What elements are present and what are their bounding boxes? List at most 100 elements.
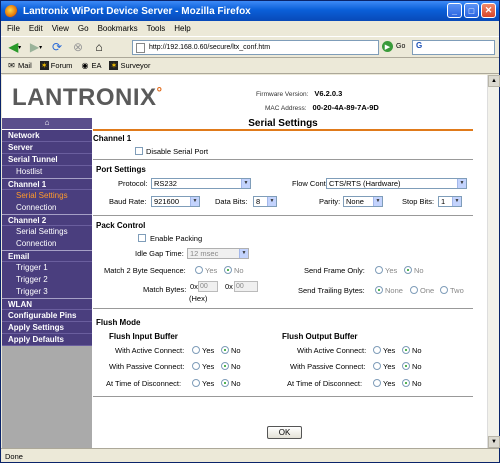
sidebar-item-trigger-3[interactable]: Trigger 3 [2, 286, 92, 298]
scroll-down-icon[interactable]: ▼ [488, 436, 500, 448]
forum-icon: ✶ [39, 61, 49, 70]
match-2-byte-no-radio[interactable] [224, 266, 232, 274]
menu-view[interactable]: View [52, 24, 69, 33]
input-active-yes-radio[interactable] [192, 346, 200, 354]
google-icon: G [416, 41, 423, 50]
input-active-label: With Active Connect: [115, 346, 185, 355]
address-bar[interactable]: http://192.168.0.60/secure/ltx_conf.htm [132, 40, 379, 55]
parity-select[interactable]: None ▼ [343, 196, 383, 207]
output-disconnect-no-radio[interactable] [402, 379, 410, 387]
sidebar-item-serial-tunnel[interactable]: Serial Tunnel [2, 154, 92, 166]
stop-bits-select[interactable]: 1 ▼ [438, 196, 462, 207]
vertical-scrollbar[interactable]: ▲ ▼ [487, 75, 500, 448]
baud-rate-value: 921600 [154, 197, 180, 206]
input-disconnect-yes-radio[interactable] [192, 379, 200, 387]
baud-rate-select[interactable]: 921600 ▼ [151, 196, 200, 207]
sidebar-item-serial-settings[interactable]: Serial Settings [2, 190, 92, 202]
output-passive-label: With Passive Connect: [290, 362, 366, 371]
match-byte-1-input[interactable]: 00 [198, 281, 218, 292]
sidebar-item-channel-2[interactable]: Channel 2 [2, 214, 92, 226]
menu-help[interactable]: Help [174, 24, 190, 33]
home-link[interactable]: ⌂ [2, 118, 92, 130]
output-passive-yes-radio[interactable] [373, 362, 381, 370]
trailing-two-label: Two [450, 286, 464, 295]
sidebar-item-wlan[interactable]: WLAN [2, 298, 92, 310]
go-label: Go [396, 43, 406, 50]
input-active-no-label: No [231, 346, 241, 355]
flow-control-select[interactable]: CTS/RTS (Hardware) ▼ [326, 178, 467, 189]
search-box[interactable]: G [412, 40, 495, 55]
send-frame-yes-radio[interactable] [375, 266, 383, 274]
trailing-none-label: None [385, 286, 403, 295]
menu-go[interactable]: Go [78, 24, 89, 33]
data-bits-select[interactable]: 8 ▼ [253, 196, 277, 207]
pack-control-heading: Pack Control [96, 221, 146, 230]
menu-file[interactable]: File [7, 24, 20, 33]
enable-packing-checkbox[interactable] [138, 234, 146, 242]
trailing-two-radio[interactable] [440, 286, 448, 294]
chevron-down-icon: ▼ [452, 197, 461, 206]
chevron-down-icon: ▼ [457, 179, 466, 188]
send-frame-only-label: Send Frame Only: [304, 266, 365, 275]
input-active-no-radio[interactable] [221, 346, 229, 354]
firmware-value: V6.2.0.3 [314, 89, 343, 98]
ok-button[interactable]: OK [267, 426, 302, 439]
menu-bookmarks[interactable]: Bookmarks [98, 24, 138, 33]
protocol-select[interactable]: RS232 ▼ [151, 178, 251, 189]
mail-icon: ✉ [8, 61, 15, 70]
scroll-up-icon[interactable]: ▲ [488, 75, 500, 87]
idle-gap-select[interactable]: 12 msec ▼ [187, 248, 249, 259]
trailing-one-radio[interactable] [410, 286, 418, 294]
sidebar-item-apply-settings[interactable]: Apply Settings [2, 322, 92, 334]
sidebar-item-hostlist[interactable]: Hostlist [2, 166, 92, 178]
output-disconnect-yes-radio[interactable] [373, 379, 381, 387]
forward-button[interactable]: ▶ ▾ [27, 39, 45, 55]
send-frame-no-radio[interactable] [404, 266, 412, 274]
disable-serial-port-label: Disable Serial Port [146, 147, 209, 156]
disable-serial-port-checkbox[interactable] [135, 147, 143, 155]
output-passive-no-radio[interactable] [402, 362, 410, 370]
match-bytes-label: Match Bytes: [143, 285, 187, 294]
bookmark-mail[interactable]: ✉ Mail [7, 61, 32, 70]
menu-edit[interactable]: Edit [29, 24, 43, 33]
bookmark-label: Forum [50, 61, 73, 70]
reload-button[interactable]: ⟳ [48, 39, 66, 55]
stop-button[interactable]: ⊗ [69, 39, 87, 55]
input-passive-no-radio[interactable] [221, 362, 229, 370]
home-button[interactable]: ⌂ [90, 39, 108, 55]
bookmark-ea[interactable]: ◉ EA [80, 61, 101, 70]
bookmark-forum[interactable]: ✶ Forum [39, 61, 73, 70]
input-passive-yes-radio[interactable] [192, 362, 200, 370]
sidebar-item-configurable-pins[interactable]: Configurable Pins [2, 310, 92, 322]
sidebar-item-trigger-2[interactable]: Trigger 2 [2, 274, 92, 286]
match-byte-2-input[interactable]: 00 [234, 281, 258, 292]
go-button[interactable]: ▶ Go [382, 41, 405, 52]
channel-title: Channel 1 [93, 134, 132, 143]
back-button[interactable]: ◀ ▾ [6, 39, 24, 55]
menu-tools[interactable]: Tools [147, 24, 166, 33]
trailing-none-radio[interactable] [375, 286, 383, 294]
sidebar-item-email[interactable]: Email [2, 250, 92, 262]
sidebar-item-serial-settings[interactable]: Serial Settings [2, 226, 92, 238]
match-2-byte-yes-radio[interactable] [195, 266, 203, 274]
sidebar-item-connection[interactable]: Connection [2, 238, 92, 250]
minimize-button[interactable]: _ [447, 3, 462, 18]
output-active-yes-radio[interactable] [373, 346, 381, 354]
input-disconnect-no-radio[interactable] [221, 379, 229, 387]
baud-rate-label: Baud Rate: [109, 197, 147, 206]
menu-bar: File Edit View Go Bookmarks Tools Help [1, 21, 499, 36]
sidebar-item-network[interactable]: Network [2, 130, 92, 142]
bookmarks-toolbar: ✉ Mail ✶ Forum ◉ EA ✶ Surveyor [1, 58, 499, 74]
sidebar-item-apply-defaults[interactable]: Apply Defaults [2, 334, 92, 346]
sidebar-item-connection[interactable]: Connection [2, 202, 92, 214]
stop-bits-value: 1 [441, 197, 446, 206]
output-active-no-radio[interactable] [402, 346, 410, 354]
sidebar-item-server[interactable]: Server [2, 142, 92, 154]
sidebar-item-trigger-1[interactable]: Trigger 1 [2, 262, 92, 274]
maximize-button[interactable]: □ [464, 3, 479, 18]
sidebar-item-channel-1[interactable]: Channel 1 [2, 178, 92, 190]
bookmark-surveyor[interactable]: ✶ Surveyor [109, 61, 150, 70]
enable-packing-label: Enable Packing [150, 234, 203, 243]
close-button[interactable]: ✕ [481, 3, 496, 18]
mac-value: 00-20-4A-89-7A-9D [312, 103, 379, 112]
